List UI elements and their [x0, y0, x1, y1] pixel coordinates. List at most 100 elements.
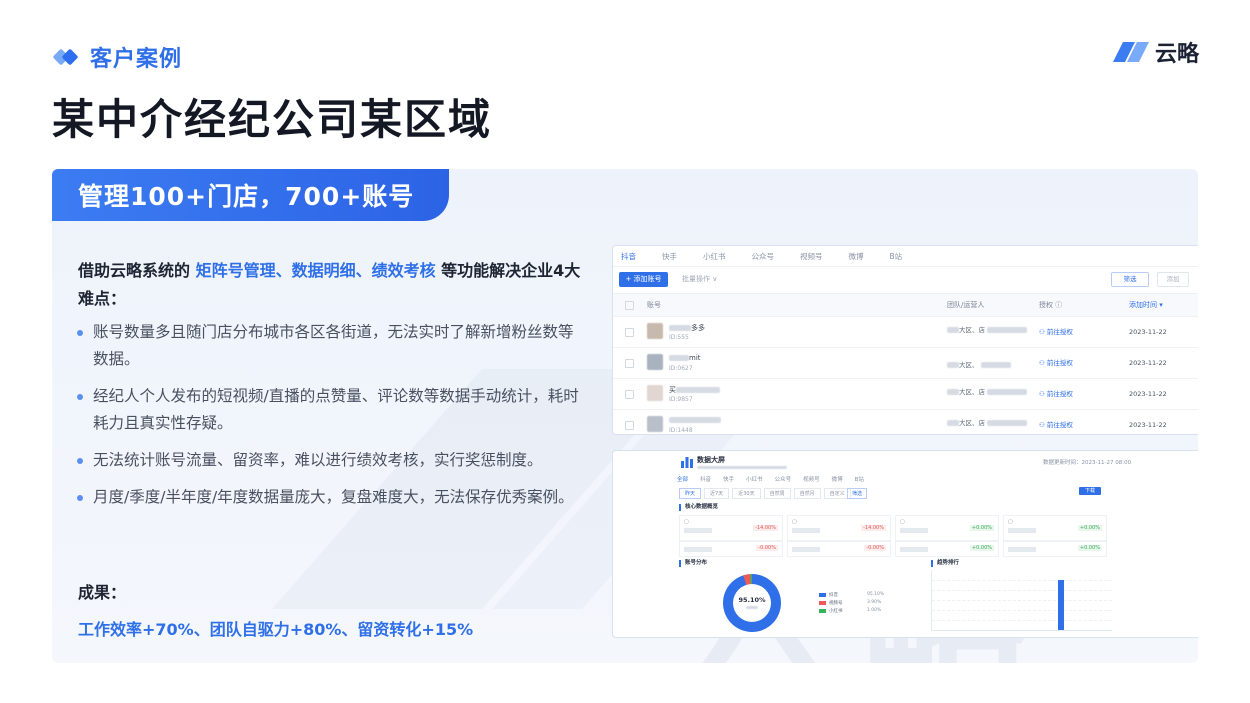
more-button[interactable]: 添加 [1157, 272, 1189, 287]
col-auth: 授权 ⓘ [1039, 301, 1063, 309]
team-cell: 大区、店 [947, 324, 1028, 334]
intro-text: 借助云略系统的 矩阵号管理、数据明细、绩效考核 等功能解决企业4大难点： [78, 257, 588, 313]
batch-dropdown[interactable]: 批量操作 ∨ [682, 272, 717, 287]
avatar [647, 416, 663, 432]
row-checkbox[interactable] [625, 359, 634, 368]
section-trend: 趋势排行 [931, 560, 959, 567]
table-row: ID:1448 大区、店 ⚇ 前往授权 2023-11-22 [613, 410, 1198, 434]
row-checkbox[interactable] [625, 421, 634, 430]
tab-bilibili[interactable]: B站 [855, 475, 864, 483]
tab-weibo[interactable]: 微博 [849, 251, 864, 262]
tab-kuaishou[interactable]: 快手 [723, 475, 734, 483]
result-label: 成果： [78, 583, 127, 602]
tab-weibo[interactable]: 微博 [832, 475, 843, 483]
table-row: 多多 ID:555 大区、店 ⚇ 前往授权 2023-11-22 [613, 317, 1198, 348]
added-date: 2023-11-22 [1129, 421, 1167, 429]
dashboard-subtitle [697, 465, 787, 471]
account-name: 买 [669, 385, 720, 395]
authorize-link[interactable]: ⚇ 前往授权 [1039, 317, 1073, 347]
platform-donut-chart: 95.10% [723, 574, 781, 632]
logo-slash-icon [1113, 42, 1149, 62]
query-button[interactable]: 筛选 [847, 488, 868, 499]
account-id: ID:1448 [669, 427, 693, 434]
tab-bilibili[interactable]: B站 [890, 251, 903, 262]
add-account-button[interactable]: + 添加账号 [619, 272, 668, 287]
authorize-link[interactable]: ⚇ 前往授权 [1039, 348, 1073, 378]
dashboard-screenshot: 数据大屏 数据更新时间：2023-11-27 08:00 全部 抖音 快手 小红… [612, 450, 1198, 638]
col-account: 账号 [647, 301, 661, 309]
dashboard-title: 数据大屏 [697, 456, 725, 464]
legend-item: 视频号 3.90% [819, 600, 881, 606]
account-name [669, 416, 721, 424]
bar-chart-icon [681, 457, 693, 468]
legend-item: 抖音 95.10% [819, 592, 884, 598]
tab-douyin[interactable]: 抖音 [700, 475, 711, 483]
list-item: 账号数量多且随门店分布城市各区各街道，无法实时了解新增粉丝数等数据。 [76, 319, 581, 373]
metric-card: ▢ +0.00% [895, 515, 999, 541]
metric-card: +0.00% [895, 541, 999, 557]
team-cell: 大区、店 [947, 417, 1028, 427]
added-date: 2023-11-22 [1129, 328, 1167, 336]
row-checkbox[interactable] [625, 390, 634, 399]
account-id: ID:555 [669, 334, 689, 341]
case-card: 云略 管理100+门店，700+账号 借助云略系统的 矩阵号管理、数据明细、绩效… [52, 169, 1198, 663]
period-week[interactable]: 自然周 [763, 488, 791, 499]
dashboard-platform-tabs: 全部 抖音 快手 小红书 公众号 视频号 微博 B站 [677, 475, 876, 483]
section-tag: 客户案例 [52, 41, 183, 73]
intro-highlight: 矩阵号管理、数据明细、绩效考核 [195, 261, 436, 280]
diamond-icon [52, 48, 80, 66]
tab-shipinhao[interactable]: 视频号 [803, 475, 820, 483]
tab-gongzhonghao[interactable]: 公众号 [752, 251, 775, 262]
period-month[interactable]: 自然月 [793, 488, 821, 499]
result-text: 工作效率+70%、团队自驱力+80%、留资转化+15% [78, 620, 474, 639]
list-item: 月度/季度/半年度/年度数据量庞大，复盘难度大，无法保存优秀案例。 [76, 484, 581, 511]
metric-card: ▢ -14.00% [679, 515, 783, 541]
brand-name: 云略 [1155, 42, 1200, 67]
export-button[interactable]: 下载 [1079, 487, 1101, 495]
authorize-link[interactable]: ⚇ 前往授权 [1039, 410, 1073, 434]
section-core: 核心数据概览 [679, 504, 718, 511]
metric-card: -0.00% [787, 541, 891, 557]
tab-douyin[interactable]: 抖音 [621, 251, 636, 262]
brand-logo: 云略 [1113, 38, 1200, 67]
team-cell: 大区、 [947, 359, 1011, 369]
authorize-link[interactable]: ⚇ 前往授权 [1039, 379, 1073, 409]
table-header: 账号 团队/运营人 授权 ⓘ 添加时间 ▾ [613, 293, 1198, 317]
tab-all[interactable]: 全部 [677, 475, 688, 483]
highlight-ribbon: 管理100+门店，700+账号 [52, 169, 449, 221]
tab-xiaohongshu[interactable]: 小红书 [703, 251, 726, 262]
tab-gongzhonghao[interactable]: 公众号 [775, 475, 792, 483]
col-added-time[interactable]: 添加时间 ▾ [1129, 294, 1163, 316]
pain-point-list: 账号数量多且随门店分布城市各区各街道，无法实时了解新增粉丝数等数据。 经纪人个人… [76, 319, 581, 521]
select-all-checkbox[interactable] [625, 301, 634, 310]
metric-card: ▢ -14.00% [787, 515, 891, 541]
account-table-screenshot: 抖音 快手 小红书 公众号 视频号 微博 B站 + 添加账号 批量操作 ∨ 筛选… [612, 245, 1198, 435]
account-id: ID:9857 [669, 396, 693, 403]
table-toolbar: + 添加账号 批量操作 ∨ 筛选 添加 [613, 267, 1198, 293]
avatar [647, 385, 663, 401]
metric-card: ▢ +0.00% [1003, 515, 1107, 541]
avatar [647, 323, 663, 339]
period-yesterday[interactable]: 昨天 [679, 488, 702, 499]
tab-kuaishou[interactable]: 快手 [662, 251, 677, 262]
period-30d[interactable]: 近30天 [732, 488, 761, 499]
added-date: 2023-11-22 [1129, 390, 1167, 398]
tab-xiaohongshu[interactable]: 小红书 [746, 475, 763, 483]
account-id: ID:0627 [669, 365, 693, 372]
list-item: 经纪人个人发布的短视频/直播的点赞量、评论数等数据手动统计，耗时耗力且真实性存疑… [76, 383, 581, 437]
intro-before: 借助云略系统的 [78, 261, 196, 280]
row-checkbox[interactable] [625, 328, 634, 337]
tab-shipinhao[interactable]: 视频号 [800, 251, 823, 262]
filter-button[interactable]: 筛选 [1111, 272, 1149, 287]
account-name: 多多 [669, 323, 705, 333]
added-date: 2023-11-22 [1129, 359, 1167, 367]
period-selector: 昨天 近7天 近30天 自然周 自然月 自定义 [679, 488, 854, 499]
update-time: 数据更新时间：2023-11-27 08:00 [1043, 460, 1132, 466]
period-7d[interactable]: 近7天 [704, 488, 730, 499]
account-name: mit [669, 354, 701, 362]
legend-item: 小红书 1.00% [819, 608, 881, 614]
page-title: 某中介经纪公司某区域 [52, 95, 493, 144]
trend-bar-chart [931, 570, 1112, 631]
section-share: 账号分布 [679, 560, 707, 567]
section-tag-label: 客户案例 [90, 47, 183, 72]
